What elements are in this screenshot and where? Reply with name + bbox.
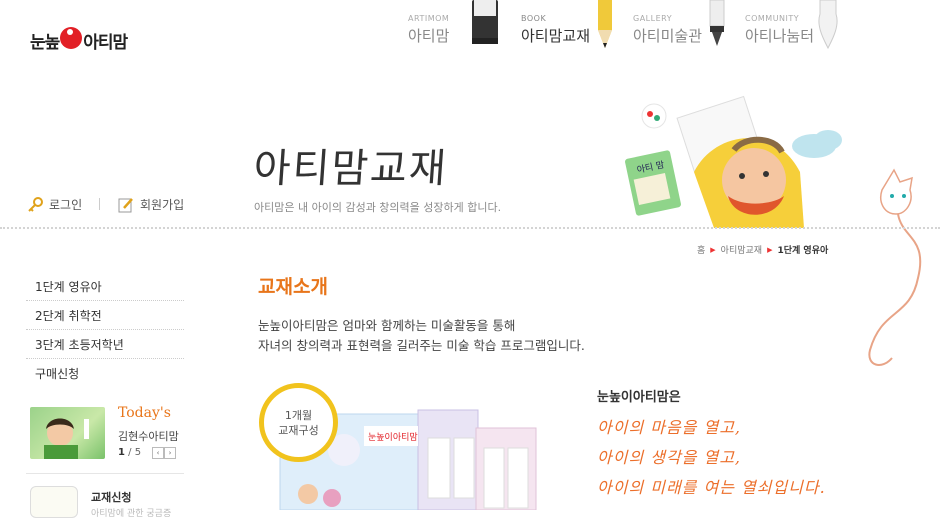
logo-text-2: 아티맘 [83,32,128,53]
logo-mark-icon [60,27,83,49]
cat-illustration [868,168,922,366]
join-button[interactable]: 회원가입 [118,196,184,213]
badge-line-2: 교재구성 [278,423,319,437]
section-title: 교재소개 [258,276,328,298]
child-photo [44,418,89,459]
nav-book[interactable]: BOOK 아티맘교재 [521,14,590,54]
intro-line-2: 자녀의 창의력과 표현력을 길러주는 미술 학습 프로그램입니다. [258,338,585,353]
util-divider [99,198,100,210]
nav-gallery[interactable]: GALLERY 아티미술관 [633,14,702,54]
sidebar-divider [26,473,184,474]
nav-book-en: BOOK [521,14,547,23]
logo[interactable]: 눈높 아티맘 [30,26,128,54]
breadcrumb-arrow-icon: ▶ [767,245,773,254]
slogan-line-3: 아이의 미래를 여는 열쇠입니다. [597,478,826,497]
today-pagination: 1 / 5 [118,447,141,458]
intro-line-1: 눈높이아티맘은 엄마와 함께하는 미술활동을 통해 [258,318,516,333]
prev-button[interactable]: ‹ [152,447,164,459]
nav-community-en: COMMUNITY [745,14,800,23]
pencil-note-icon [118,197,133,212]
intro-text: 눈높이아티맘은 엄마와 함께하는 미술활동을 통해 자녀의 창의력과 표현력을 … [258,316,585,356]
sidebar-item-step1[interactable]: 1단계 영유아 [26,272,184,301]
nav-book-ko: 아티맘교재 [521,27,591,45]
nav-artimom-en: ARTIMOM [408,14,450,23]
nav-community-ko: 아티나눔터 [745,27,815,45]
join-label: 회원가입 [140,198,185,212]
today-title: Today's [118,405,171,421]
order-sub: 아티맘에 관한 궁금증 [91,509,172,519]
nav-community[interactable]: COMMUNITY 아티나눔터 [745,14,814,54]
brush-icon [818,0,838,50]
kid-drawing-illustration: 아티 맘 [625,95,842,228]
nav-artimom-ko: 아티맘 [408,27,450,45]
product-label: 눈높이아티맘 [368,432,418,443]
nav-gallery-ko: 아티미술관 [633,27,703,45]
breadcrumb-home[interactable]: 홈 [697,243,705,256]
pencil-icon [598,0,612,48]
slogan-line-1: 아이의 마음을 열고, [597,418,742,437]
sidebar-menu: 1단계 영유아 2단계 취학전 3단계 초등저학년 구매신청 [26,272,184,387]
today-photo[interactable] [30,407,105,459]
breadcrumb-arrow-icon: ▶ [710,245,716,254]
breadcrumb-current: 1단계 영유아 [777,246,829,256]
section-divider [0,227,940,229]
marker-icon [709,0,725,46]
login-label: 로그인 [49,198,83,212]
order-label[interactable]: 교재신청 [91,489,131,505]
today-page-current: 1 [118,447,125,458]
order-icon[interactable] [30,486,78,518]
hero-subtitle: 아티맘은 내 아이의 감성과 창의력을 성장하게 합니다. [254,201,502,214]
slogan-line-2: 아이의 생각을 열고, [597,448,742,467]
key-icon [28,196,43,212]
logo-text-1: 눈높 [30,32,60,53]
month-badge: 1개월 교재구성 [259,383,338,462]
eraser-pencil-icon [472,0,498,44]
today-page-total: / 5 [128,447,142,458]
right-title: 눈높이아티맘은 [597,390,681,405]
nav-artimom[interactable]: ARTIMOM 아티맘 [408,14,449,54]
today-name[interactable]: 김현수아티맘 [118,428,179,444]
breadcrumb: 홈 ▶ 아티맘교재 ▶ 1단계 영유아 [697,243,829,257]
login-button[interactable]: 로그인 [27,196,82,213]
next-button[interactable]: › [164,447,176,459]
hero-title: 아티맘교재 [252,146,450,192]
breadcrumb-level1[interactable]: 아티맘교재 [721,243,762,256]
sidebar-item-step2[interactable]: 2단계 취학전 [26,301,184,330]
badge-line-1: 1개월 [284,408,313,422]
nav-gallery-en: GALLERY [633,14,673,23]
sidebar-item-step3[interactable]: 3단계 초등저학년 [26,330,184,359]
sidebar-item-purchase[interactable]: 구매신청 [26,359,184,387]
